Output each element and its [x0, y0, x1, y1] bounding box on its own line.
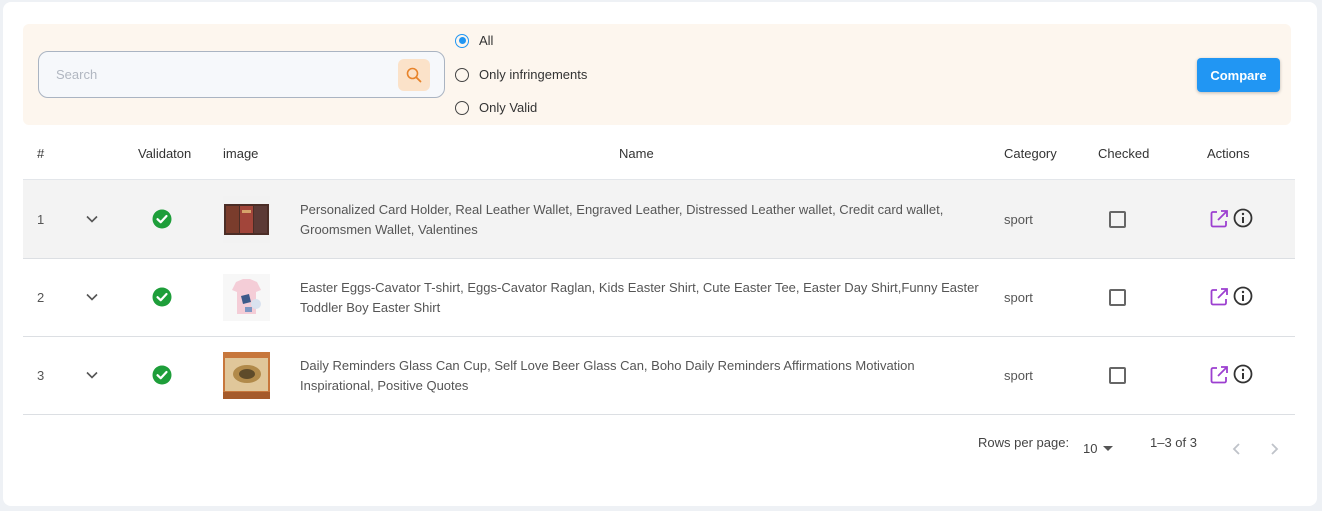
- compare-button[interactable]: Compare: [1197, 58, 1280, 92]
- header-category[interactable]: Category: [1004, 146, 1057, 161]
- validation-status: [152, 287, 172, 310]
- row-divider: [23, 414, 1295, 415]
- checked-checkbox[interactable]: [1109, 367, 1126, 384]
- search-placeholder: Search: [56, 67, 98, 82]
- product-name: Personalized Card Holder, Real Leather W…: [300, 202, 944, 237]
- checked-checkbox[interactable]: [1109, 211, 1126, 228]
- product-name: Daily Reminders Glass Can Cup, Self Love…: [300, 358, 915, 393]
- table-row[interactable]: 1 Personalized Card Holder, Real Leather…: [23, 180, 1295, 259]
- radio-valid[interactable]: [455, 100, 469, 115]
- header-checked[interactable]: Checked: [1098, 146, 1149, 161]
- check-circle-icon: [152, 287, 172, 307]
- info-button[interactable]: [1233, 208, 1253, 233]
- filter-option-infringements[interactable]: Only infringements: [455, 67, 587, 82]
- prev-page-button[interactable]: [1231, 441, 1243, 462]
- chevron-down-icon: [86, 215, 98, 223]
- info-button[interactable]: [1233, 286, 1253, 311]
- row-index: 2: [37, 290, 45, 305]
- filter-option-label: Only infringements: [479, 67, 588, 82]
- info-icon: [1233, 208, 1253, 228]
- header-image: image: [223, 146, 259, 161]
- rows-per-page-value: 10: [1083, 441, 1098, 456]
- checked-checkbox[interactable]: [1109, 289, 1126, 306]
- row-index: 3: [37, 368, 45, 383]
- table-row[interactable]: 2 Easter Eggs-Cavator T-shirt, Eggs-Cava…: [23, 258, 1295, 337]
- caret-down-icon: [1103, 445, 1114, 451]
- header-validation: Validaton: [138, 146, 192, 161]
- expand-button[interactable]: [85, 290, 99, 307]
- open-link-button[interactable]: [1208, 208, 1230, 235]
- product-thumbnail[interactable]: [223, 352, 270, 399]
- expand-button[interactable]: [85, 212, 99, 229]
- rows-per-page-label: Rows per page:: [978, 435, 1070, 450]
- filter-option-all[interactable]: All: [455, 33, 493, 48]
- rows-per-page-select[interactable]: 10: [1083, 441, 1114, 456]
- validation-status: [152, 209, 172, 232]
- row-index: 1: [37, 212, 45, 227]
- search-button[interactable]: [398, 59, 430, 91]
- next-page-button[interactable]: [1268, 441, 1280, 462]
- validation-status: [152, 365, 172, 388]
- pagination-range: 1–3 of 3: [1150, 435, 1197, 450]
- header-num: #: [37, 146, 45, 161]
- expand-button[interactable]: [85, 368, 99, 385]
- check-circle-icon: [152, 209, 172, 229]
- product-thumbnail[interactable]: [223, 274, 270, 321]
- open-link-button[interactable]: [1208, 286, 1230, 313]
- info-icon: [1233, 364, 1253, 384]
- search-input[interactable]: Search: [38, 51, 445, 98]
- table-row[interactable]: 3 Daily Reminders Glass Can Cup, Self Lo…: [23, 336, 1295, 415]
- filter-option-label: Only Valid: [479, 100, 538, 115]
- product-category: sport: [1004, 368, 1033, 383]
- radio-infringements[interactable]: [455, 67, 469, 82]
- chevron-right-icon: [1271, 443, 1279, 455]
- chevron-left-icon: [1232, 443, 1240, 455]
- check-circle-icon: [152, 365, 172, 385]
- radio-all[interactable]: [455, 33, 469, 48]
- external-link-icon: [1210, 210, 1228, 228]
- header-actions: Actions: [1207, 146, 1250, 161]
- open-link-button[interactable]: [1208, 364, 1230, 391]
- product-thumbnail[interactable]: [223, 196, 270, 243]
- external-link-icon: [1210, 288, 1228, 306]
- chevron-down-icon: [86, 371, 98, 379]
- product-category: sport: [1004, 212, 1033, 227]
- filter-option-label: All: [479, 33, 494, 48]
- info-icon: [1233, 286, 1253, 306]
- chevron-down-icon: [86, 293, 98, 301]
- search-icon: [406, 67, 422, 83]
- header-name[interactable]: Name: [619, 146, 654, 161]
- product-name: Easter Eggs-Cavator T-shirt, Eggs-Cavato…: [300, 280, 979, 315]
- external-link-icon: [1210, 366, 1228, 384]
- product-category: sport: [1004, 290, 1033, 305]
- filter-option-valid[interactable]: Only Valid: [455, 100, 537, 115]
- info-button[interactable]: [1233, 364, 1253, 389]
